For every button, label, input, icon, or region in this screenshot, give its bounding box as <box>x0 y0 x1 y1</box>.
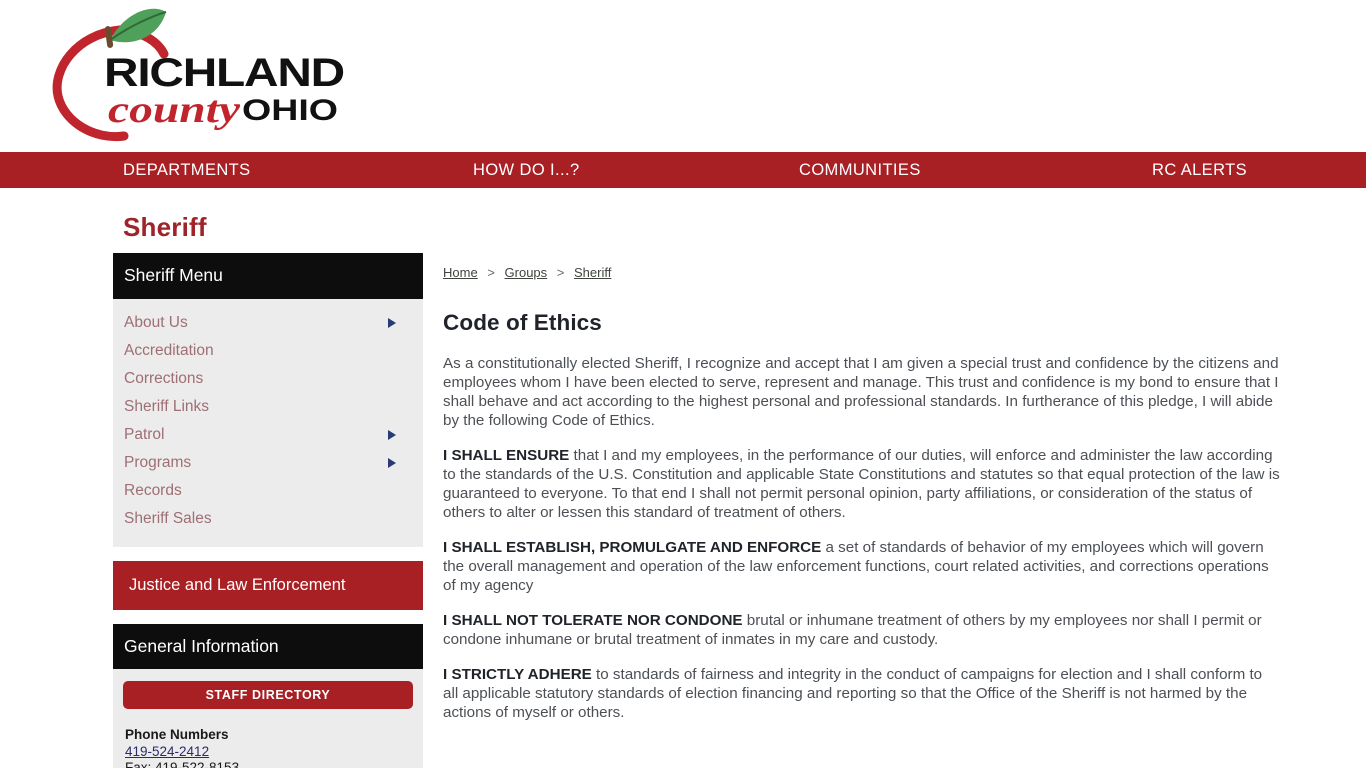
staff-directory-button[interactable]: STAFF DIRECTORY <box>123 681 413 710</box>
sheriff-menu-list: About Us Accreditation Corrections Sheri… <box>113 309 423 533</box>
general-information-body: STAFF DIRECTORY Phone Numbers 419-524-24… <box>113 669 423 768</box>
general-information-panel: General Information STAFF DIRECTORY Phon… <box>113 623 423 768</box>
phone-numbers-title: Phone Numbers <box>125 727 229 743</box>
richland-county-ohio-logo-icon: RICHLAND county OHIO <box>52 8 345 142</box>
paragraph-shall-ensure: I SHALL ENSURE that I and my employees, … <box>443 446 1280 522</box>
svg-text:county: county <box>108 89 240 131</box>
sidebar-item-label[interactable]: Corrections <box>124 367 203 391</box>
chevron-right-icon[interactable] <box>388 457 396 468</box>
site-header: RICHLAND county OHIO <box>0 0 1366 152</box>
main-content: Home > Groups > Sheriff Code of Ethics A… <box>423 253 1366 768</box>
nav-item-communities[interactable]: COMMUNITIES <box>799 152 921 188</box>
sidebar-item-corrections[interactable]: Corrections <box>113 365 423 393</box>
page-layout: Sheriff Menu About Us Accreditation Corr… <box>0 253 1366 768</box>
sheriff-menu-heading: Sheriff Menu <box>113 253 423 299</box>
sheriff-menu-panel: Sheriff Menu About Us Accreditation Corr… <box>113 253 423 547</box>
breadcrumb-home[interactable]: Home <box>443 265 478 280</box>
justice-law-enforcement-panel[interactable]: Justice and Law Enforcement <box>113 560 423 610</box>
sidebar-item-about-us[interactable]: About Us <box>113 309 423 337</box>
sidebar-item-label[interactable]: Accreditation <box>124 339 214 363</box>
sidebar-item-label[interactable]: Sheriff Sales <box>124 507 212 531</box>
paragraph-lead: I SHALL ESTABLISH, PROMULGATE AND ENFORC… <box>443 539 822 556</box>
paragraph-shall-establish: I SHALL ESTABLISH, PROMULGATE AND ENFORC… <box>443 538 1280 595</box>
sidebar-item-label[interactable]: Sheriff Links <box>124 395 209 419</box>
sheriff-menu-body: About Us Accreditation Corrections Sheri… <box>113 298 423 547</box>
justice-law-enforcement-heading[interactable]: Justice and Law Enforcement <box>113 560 423 610</box>
sidebar-item-label[interactable]: About Us <box>124 311 188 335</box>
sidebar-item-patrol[interactable]: Patrol <box>113 421 423 449</box>
phone-main-link[interactable]: 419-524-2412 <box>125 744 209 759</box>
breadcrumb-sheriff[interactable]: Sheriff <box>574 265 611 280</box>
chevron-right-icon[interactable] <box>388 429 396 440</box>
sidebar-item-programs[interactable]: Programs <box>113 449 423 477</box>
paragraph-text: that I and my employees, in the performa… <box>443 447 1280 521</box>
paragraph-lead: I SHALL NOT TOLERATE NOR CONDONE <box>443 612 743 629</box>
paragraph-text: As a constitutionally elected Sheriff, I… <box>443 355 1279 429</box>
sidebar: Sheriff Menu About Us Accreditation Corr… <box>113 253 423 768</box>
paragraph-lead: I STRICTLY ADHERE <box>443 666 592 683</box>
paragraph-lead: I SHALL ENSURE <box>443 447 570 464</box>
phone-fax: Fax: 419-522-8153 <box>125 760 240 768</box>
nav-item-departments[interactable]: DEPARTMENTS <box>123 152 251 188</box>
svg-text:OHIO: OHIO <box>242 94 338 127</box>
sidebar-item-label[interactable]: Programs <box>124 451 191 475</box>
general-information-heading: General Information <box>113 623 423 670</box>
paragraph-intro: As a constitutionally elected Sheriff, I… <box>443 354 1280 430</box>
sidebar-item-sheriff-sales[interactable]: Sheriff Sales <box>113 505 423 533</box>
sidebar-item-sheriff-links[interactable]: Sheriff Links <box>113 393 423 421</box>
sidebar-item-accreditation[interactable]: Accreditation <box>113 337 423 365</box>
sidebar-item-label[interactable]: Patrol <box>124 423 165 447</box>
page-title: Sheriff <box>123 212 207 242</box>
primary-navigation: DEPARTMENTS HOW DO I...? COMMUNITIES RC … <box>0 152 1366 188</box>
breadcrumb-separator: > <box>556 265 565 280</box>
nav-item-how-do-i[interactable]: HOW DO I...? <box>473 152 580 188</box>
breadcrumb-groups[interactable]: Groups <box>505 265 548 280</box>
breadcrumb-separator: > <box>487 265 495 280</box>
sidebar-item-label[interactable]: Records <box>124 479 182 503</box>
sidebar-item-records[interactable]: Records <box>113 477 423 505</box>
site-logo[interactable]: RICHLAND county OHIO <box>48 8 348 144</box>
phone-numbers-block: Phone Numbers 419-524-2412 Fax: 419-522-… <box>123 727 413 768</box>
paragraph-shall-not-tolerate: I SHALL NOT TOLERATE NOR CONDONE brutal … <box>443 611 1280 649</box>
paragraph-strictly-adhere: I STRICTLY ADHERE to standards of fairne… <box>443 665 1280 722</box>
chevron-right-icon[interactable] <box>388 317 396 328</box>
breadcrumb: Home > Groups > Sheriff <box>443 253 1280 280</box>
content-title: Code of Ethics <box>443 310 602 335</box>
nav-item-rc-alerts[interactable]: RC ALERTS <box>1152 152 1247 188</box>
